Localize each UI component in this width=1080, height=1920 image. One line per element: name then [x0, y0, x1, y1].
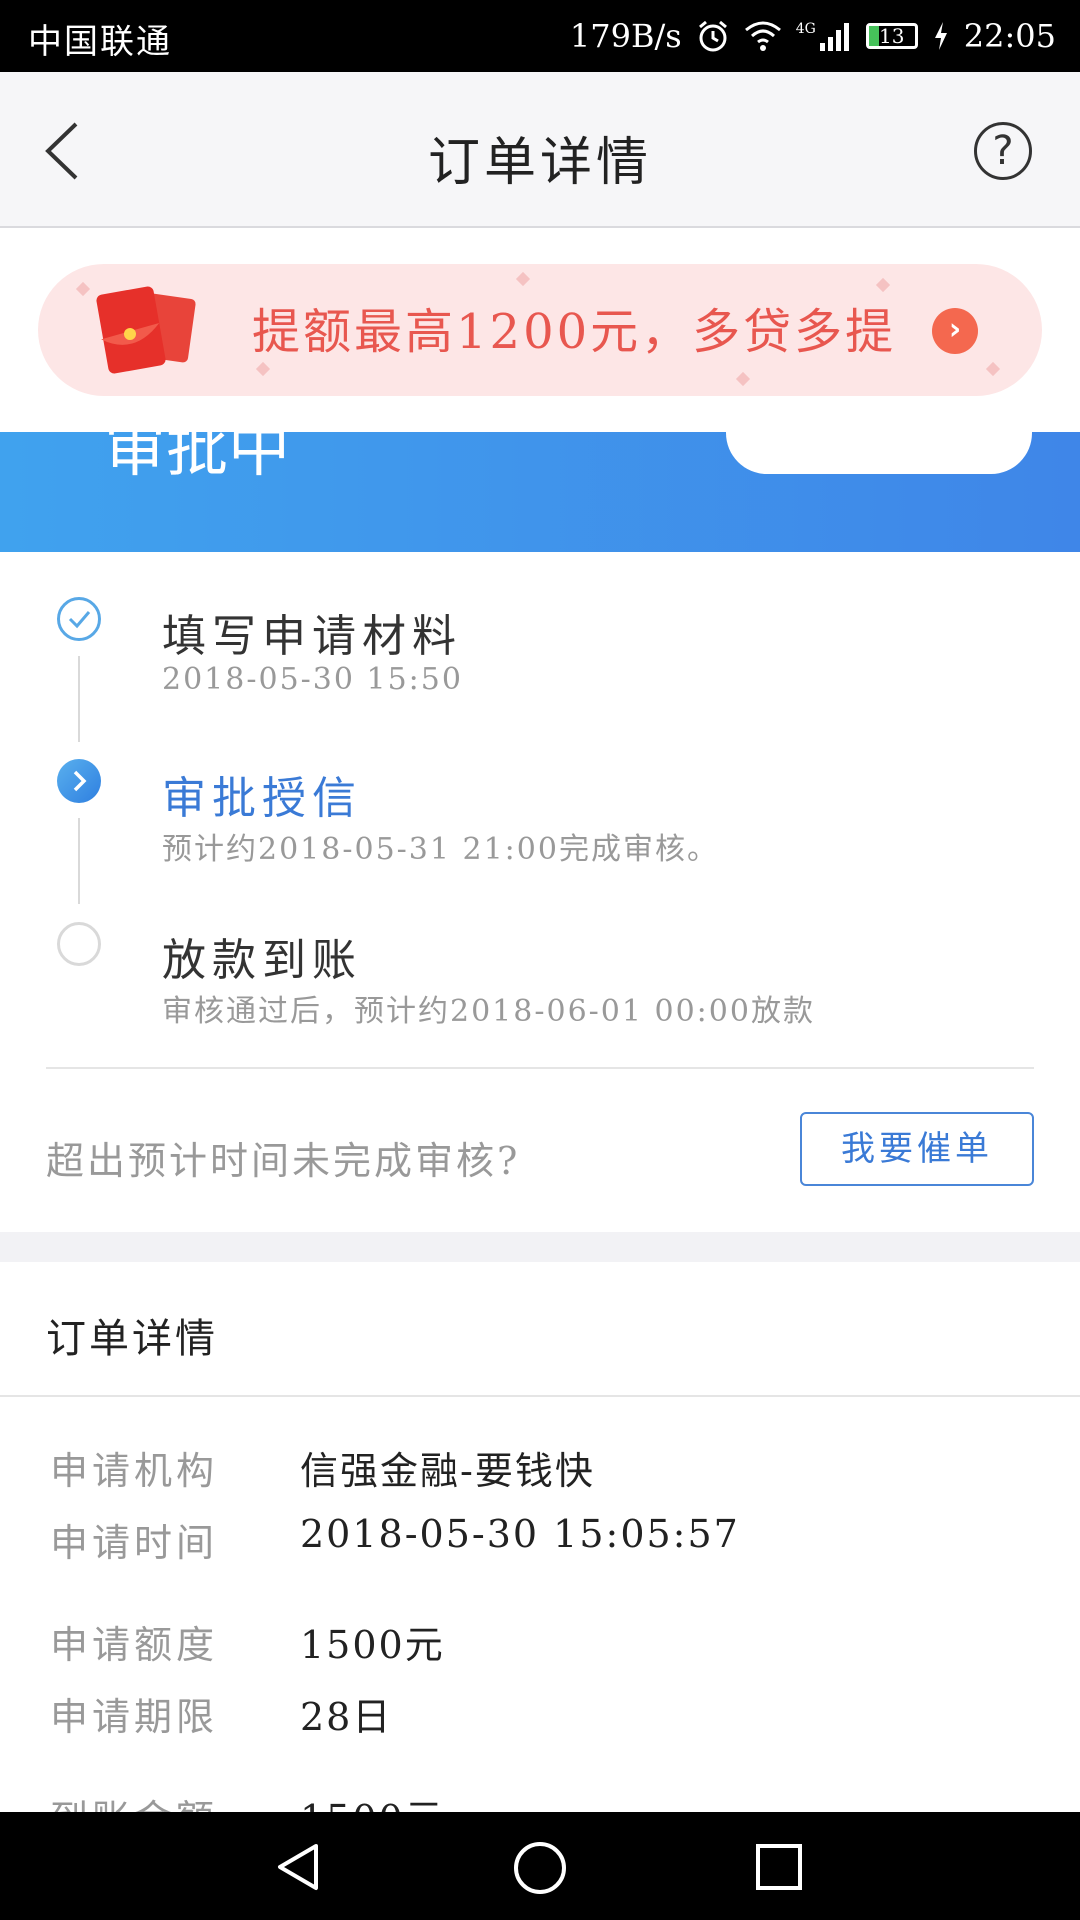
- nav-bar: 订单详情 ?: [0, 72, 1080, 228]
- chevron-circle-icon: [57, 759, 101, 803]
- network-type: 4G: [795, 21, 816, 37]
- timeline-connector: [78, 656, 80, 742]
- circle-home-icon[interactable]: [512, 1840, 568, 1896]
- divider: [0, 1395, 1080, 1397]
- banner-text: 提额最高1200元，多贷多提: [252, 304, 897, 360]
- step-title-active: 审批授信: [162, 773, 362, 824]
- divider: [46, 1067, 1034, 1069]
- battery-icon: 13: [865, 23, 918, 49]
- clock: 22:05: [963, 17, 1056, 55]
- step-subtitle: 审核通过后，预计约2018-06-01 00:00放款: [162, 994, 815, 1029]
- promo-banner[interactable]: 提额最高1200元，多贷多提 ›: [38, 264, 1042, 396]
- signal-icon: 4G: [796, 21, 852, 51]
- detail-label: 申请机构: [50, 1449, 219, 1493]
- step-subtitle: 预计约2018-05-31 21:00完成审核。: [162, 832, 719, 867]
- charging-icon: [934, 22, 947, 50]
- check-circle-icon: [57, 597, 101, 641]
- detail-label: 申请额度: [50, 1623, 219, 1667]
- network-speed: 179B/s: [569, 17, 682, 55]
- alarm-icon: [698, 20, 727, 52]
- timeline-connector: [78, 818, 80, 904]
- overdue-question: 超出预计时间未完成审核?: [46, 1139, 521, 1183]
- detail-value: 信强金融-要钱快: [300, 1449, 595, 1493]
- status-pill: [726, 432, 1032, 474]
- detail-label: 申请期限: [50, 1695, 219, 1739]
- help-button[interactable]: ?: [974, 122, 1032, 180]
- wifi-icon: [744, 21, 781, 51]
- detail-value: 28日: [300, 1695, 393, 1739]
- urge-order-button[interactable]: 我要催单: [800, 1112, 1034, 1186]
- details-section-title: 订单详情: [46, 1316, 218, 1362]
- status-icons: 179B/s 4G 13 22:05: [570, 12, 1056, 60]
- empty-circle-icon: [57, 922, 101, 966]
- detail-value: 2018-05-30 15:05:57: [300, 1512, 740, 1556]
- chevron-right-icon: ›: [932, 308, 978, 354]
- detail-label: 申请时间: [50, 1521, 219, 1565]
- question-circle-icon: ?: [992, 128, 1014, 174]
- order-status: 审批中: [104, 432, 291, 485]
- status-band: 审批中: [0, 432, 1080, 552]
- step-title: 放款到账: [162, 935, 362, 986]
- system-nav-bar: [0, 1812, 1080, 1920]
- section-gap: [0, 1232, 1080, 1262]
- triangle-back-icon[interactable]: [272, 1840, 326, 1894]
- status-bar: 中国联通 179B/s 4G 13 22:05: [0, 0, 1080, 72]
- page-title: 订单详情: [427, 133, 652, 193]
- step-title: 填写申请材料: [162, 611, 462, 662]
- carrier-name: 中国联通: [28, 22, 172, 62]
- square-recents-icon[interactable]: [754, 1842, 804, 1892]
- red-envelope-icon: [96, 286, 196, 374]
- promo-banner-area: 提额最高1200元，多贷多提 ›: [0, 228, 1080, 432]
- battery-level: 13: [879, 24, 905, 48]
- step-subtitle: 2018-05-30 15:50: [162, 662, 463, 697]
- detail-value: 1500元: [300, 1623, 445, 1667]
